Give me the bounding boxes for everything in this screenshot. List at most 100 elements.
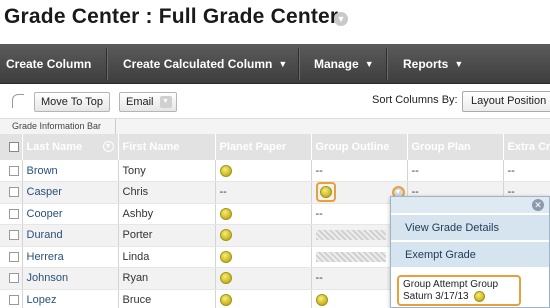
row-checkbox[interactable]: [9, 187, 19, 198]
chevron-down-icon[interactable]: ▼: [102, 141, 114, 152]
student-last-name[interactable]: Brown: [27, 165, 58, 177]
needs-grading-icon: [219, 207, 232, 220]
column-header-group-outline[interactable]: Group Outline: [311, 134, 408, 160]
close-icon[interactable]: ✕: [532, 199, 544, 211]
grade-cell[interactable]: --: [311, 160, 408, 182]
column-header-planet-paper[interactable]: Planet Paper: [215, 134, 312, 160]
menu-manage[interactable]: Manage ▼: [314, 44, 374, 84]
title-bar: Grade Center : Full Grade Center ▼: [0, 0, 550, 44]
student-last-name[interactable]: Cooper: [27, 208, 63, 220]
group-attempt-date: Saturn 3/17/13: [403, 291, 469, 303]
row-checkbox[interactable]: [9, 165, 19, 176]
student-first-name: Ryan: [122, 272, 149, 285]
student-last-name[interactable]: Casper: [27, 186, 62, 198]
move-to-top-button[interactable]: Move To Top: [34, 92, 110, 112]
needs-grading-icon: [219, 164, 232, 177]
grade-cell[interactable]: [215, 267, 312, 290]
grade-value: --: [411, 164, 419, 177]
menu-separator: [386, 48, 387, 80]
row-checkbox[interactable]: [9, 230, 19, 241]
last-name-cell[interactable]: Johnson: [22, 267, 119, 290]
info-bar-label: Grade Information Bar: [12, 121, 102, 131]
grade-cell[interactable]: [215, 224, 312, 247]
last-name-cell[interactable]: Lopez: [22, 289, 119, 308]
row-checkbox[interactable]: [9, 208, 19, 219]
student-last-name[interactable]: Johnson: [27, 272, 69, 284]
needs-grading-icon: [219, 272, 232, 285]
student-first-name: Porter: [122, 229, 153, 242]
row-checkbox[interactable]: [9, 294, 19, 305]
group-attempt-line2: Saturn 3/17/13: [403, 291, 515, 303]
grade-cell[interactable]: [215, 203, 312, 225]
first-name-cell: Ashby: [118, 203, 216, 225]
last-name-cell[interactable]: Casper: [22, 181, 119, 204]
menu-item-exempt-grade[interactable]: Exempt Grade: [391, 242, 549, 268]
menu-manage-label: Manage: [314, 57, 359, 71]
student-first-name: Bruce: [122, 293, 152, 306]
menu-create-column-label: Create Column: [6, 57, 92, 71]
student-last-name[interactable]: Durand: [27, 229, 63, 241]
row-select-cell: [0, 203, 23, 225]
column-header-group-plan[interactable]: Group Plan: [407, 134, 504, 160]
menu-create-calculated-column-label: Create Calculated Column: [123, 57, 273, 71]
needs-grading-icon: [319, 186, 332, 199]
needs-grading-icon: [219, 250, 232, 263]
student-last-name[interactable]: Lopez: [27, 294, 57, 306]
grade-cell[interactable]: [215, 160, 312, 182]
first-name-cell: Porter: [118, 224, 216, 247]
grade-cell-context-menu: ✕ View Grade Details Exempt Grade Group …: [390, 196, 550, 308]
grid-toolbar: Move To Top Email ▼ Sort Columns By: Lay…: [0, 84, 550, 118]
last-name-cell[interactable]: Cooper: [22, 203, 119, 225]
student-first-name: Linda: [122, 250, 150, 263]
chevron-down-icon: ▼: [454, 59, 464, 69]
select-all-header[interactable]: [0, 134, 23, 160]
table-header-row: Last Name ▼ First Name Planet Paper Group…: [0, 134, 550, 160]
grade-information-bar: Grade Information Bar: [0, 118, 550, 135]
grade-cell[interactable]: [215, 246, 312, 268]
menu-item-view-grade-details[interactable]: View Grade Details: [391, 215, 549, 241]
sort-columns-select[interactable]: Layout Position: [462, 91, 550, 112]
last-name-cell[interactable]: Herrera: [22, 246, 119, 268]
menu-reports[interactable]: Reports ▼: [403, 44, 463, 84]
column-header-first-name[interactable]: First Name: [118, 134, 216, 160]
menu-item-group-attempt[interactable]: Group Attempt Group Saturn 3/17/13: [397, 275, 521, 306]
action-menubar: Create Column Create Calculated Column ▼ …: [0, 44, 550, 84]
first-name-cell: Linda: [118, 246, 216, 268]
email-button[interactable]: Email ▼: [119, 92, 177, 112]
grade-cell[interactable]: --: [503, 160, 550, 182]
arrow-up-icon: [12, 94, 24, 108]
column-header-label: First Name: [122, 141, 180, 153]
menu-create-column[interactable]: Create Column: [6, 44, 91, 84]
row-checkbox[interactable]: [9, 251, 19, 262]
chevron-down-icon[interactable]: ▼: [334, 12, 348, 26]
column-header-extra-credit[interactable]: Extra Cre: [503, 134, 550, 160]
student-first-name: Tony: [122, 164, 146, 177]
column-header-label: Last Name: [26, 141, 83, 153]
not-applicable-hatch: [315, 251, 386, 262]
last-name-cell[interactable]: Durand: [22, 224, 119, 247]
menu-create-calculated-column[interactable]: Create Calculated Column ▼: [123, 44, 287, 84]
grade-value: --: [507, 164, 515, 177]
needs-grading-icon: [219, 293, 232, 306]
grade-cell[interactable]: --: [407, 160, 504, 182]
row-select-cell: [0, 289, 23, 308]
menu-separator: [298, 48, 299, 80]
grade-value: --: [315, 207, 323, 220]
select-all-checkbox[interactable]: [9, 142, 19, 153]
grade-cell[interactable]: --: [215, 181, 312, 204]
row-select-cell: [0, 160, 23, 182]
student-last-name[interactable]: Herrera: [27, 251, 64, 263]
column-header-last-name[interactable]: Last Name ▼: [22, 134, 119, 160]
grade-cell[interactable]: [215, 289, 312, 308]
student-first-name: Ashby: [122, 207, 154, 220]
column-header-label: Group Outline: [315, 141, 390, 153]
menu-separator: [106, 48, 107, 80]
student-first-name: Chris: [122, 186, 149, 199]
group-attempt-line1: Group Attempt Group: [403, 279, 499, 290]
last-name-cell[interactable]: Brown: [22, 160, 119, 182]
menu-reports-label: Reports: [403, 57, 449, 71]
needs-grading-icon: [474, 291, 486, 302]
row-select-cell: [0, 246, 23, 268]
row-checkbox[interactable]: [9, 273, 19, 284]
needs-grading-icon: [219, 229, 232, 242]
